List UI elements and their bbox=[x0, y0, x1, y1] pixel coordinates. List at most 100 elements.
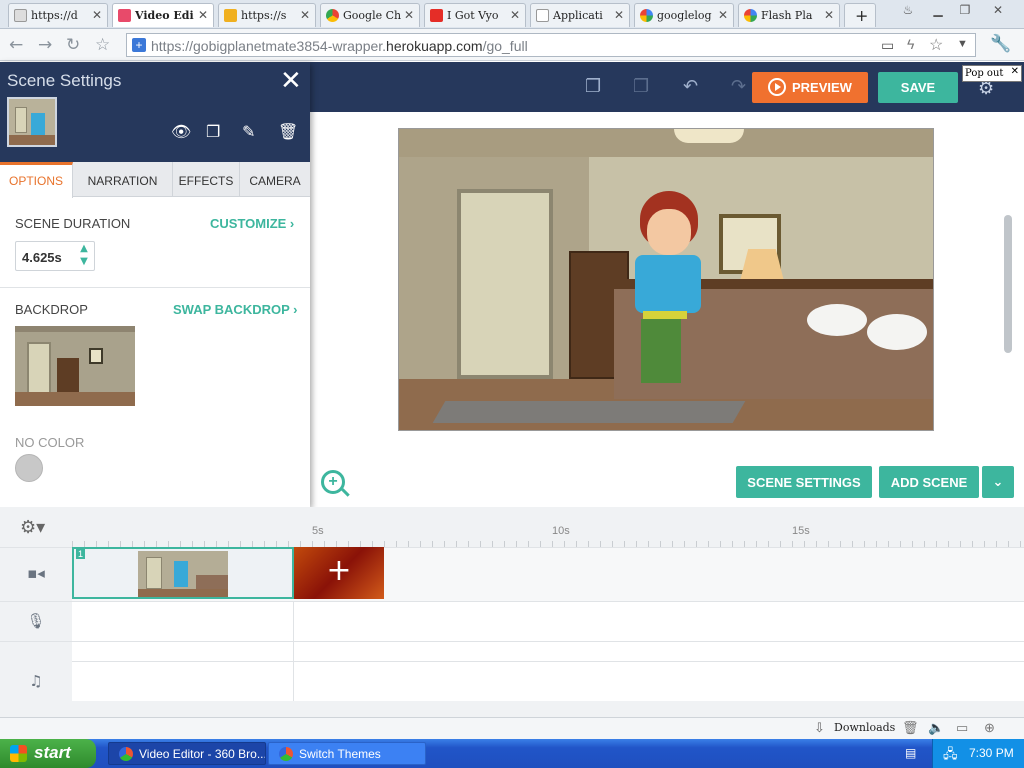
pop-out-tooltip[interactable]: Pop out ✕ bbox=[962, 65, 1022, 82]
skin-icon[interactable]: ♨ bbox=[898, 3, 918, 21]
taskbar-item-switch-themes[interactable]: Switch Themes bbox=[268, 742, 426, 765]
duration-stepper[interactable]: 4.625s ▲ ▼ bbox=[15, 241, 95, 271]
zoom-in-icon[interactable]: + bbox=[321, 470, 345, 494]
taskbar: start Video Editor - 360 Bro... Switch T… bbox=[0, 739, 1024, 768]
bookmark-star-icon[interactable]: ☆ bbox=[929, 35, 943, 55]
paint-brush-icon[interactable]: ✎ bbox=[242, 122, 255, 141]
no-color-label: NO COLOR bbox=[15, 435, 85, 450]
clip-thumbnail bbox=[138, 551, 228, 597]
scene-clip[interactable]: 1 bbox=[72, 547, 294, 599]
speaker-icon[interactable]: 🔈 bbox=[928, 720, 944, 736]
music-track[interactable]: ♫ bbox=[0, 642, 1024, 722]
url-text: https://gobigplanetmate3854-wrapper.hero… bbox=[151, 38, 528, 54]
pillow bbox=[807, 304, 867, 336]
close-tab-icon[interactable]: ✕ bbox=[404, 8, 414, 22]
color-swatch[interactable] bbox=[15, 454, 43, 482]
url-host: https://gobigplanetmate3854-wrapper. bbox=[151, 38, 387, 54]
close-tab-icon[interactable]: ✕ bbox=[824, 8, 834, 22]
timeline-ruler[interactable]: 5s 10s 15s bbox=[72, 515, 1024, 547]
pop-out-close-icon[interactable]: ✕ bbox=[1011, 66, 1019, 77]
browser-tab[interactable]: Flash Pla ✕ bbox=[738, 3, 840, 27]
tab-narration[interactable]: NARRATION bbox=[73, 162, 173, 197]
add-scene-dropdown-button[interactable]: ⌄ bbox=[982, 466, 1014, 498]
customize-link[interactable]: CUSTOMIZE › bbox=[210, 216, 294, 231]
copy-icon[interactable]: ❐ bbox=[585, 76, 601, 97]
window-icon[interactable]: ▭ bbox=[956, 720, 968, 736]
close-tab-icon[interactable]: ✕ bbox=[510, 8, 520, 22]
browser-tab[interactable]: Google Ch ✕ bbox=[320, 3, 420, 27]
close-tab-icon[interactable]: ✕ bbox=[718, 8, 728, 22]
tools-wrench-icon[interactable]: 🔧 bbox=[990, 34, 1011, 54]
paste-icon[interactable]: ❐ bbox=[633, 76, 649, 97]
forward-icon[interactable]: → bbox=[38, 35, 52, 55]
visibility-eye-icon[interactable]: 👁 bbox=[171, 122, 191, 141]
download-icon[interactable]: ⇩ bbox=[814, 720, 825, 736]
scene-duration-label: SCENE DURATION bbox=[15, 216, 131, 231]
favorite-star-icon[interactable]: ☆ bbox=[95, 35, 110, 55]
downloads-label[interactable]: Downloads bbox=[834, 721, 895, 734]
ruler-tick-label: 15s bbox=[792, 525, 810, 537]
new-tab-button[interactable]: + bbox=[844, 3, 876, 27]
browser-tab[interactable]: https://d ✕ bbox=[8, 3, 108, 27]
browser-icon bbox=[279, 747, 293, 761]
keyboard-icon[interactable]: ▤ bbox=[905, 746, 916, 760]
dropdown-icon[interactable]: ▼ bbox=[957, 38, 968, 50]
minimize-icon[interactable]: ▁ bbox=[928, 3, 948, 21]
backdrop-label: BACKDROP bbox=[15, 302, 88, 317]
increment-arrow-icon[interactable]: ▲ bbox=[74, 243, 94, 257]
tab-label: googlelog bbox=[657, 9, 712, 22]
decrement-arrow-icon[interactable]: ▼ bbox=[74, 256, 94, 270]
ceiling bbox=[399, 129, 933, 157]
clock[interactable]: 7:30 PM bbox=[969, 746, 1014, 760]
microphone-icon: 🎙 bbox=[0, 602, 72, 642]
add-scene-button[interactable]: ADD SCENE bbox=[879, 466, 979, 498]
start-button[interactable]: start bbox=[0, 739, 96, 768]
tab-effects[interactable]: EFFECTS bbox=[173, 162, 240, 197]
browser-tab[interactable]: Applicati ✕ bbox=[530, 3, 630, 27]
timeline-settings-gear-icon[interactable]: ⚙▾ bbox=[20, 517, 45, 538]
back-icon[interactable]: ← bbox=[9, 35, 23, 55]
chevron-down-icon: ⌄ bbox=[992, 475, 1004, 490]
narration-track[interactable]: 🎙 bbox=[0, 601, 1024, 642]
save-button[interactable]: SAVE bbox=[878, 72, 958, 103]
close-tab-icon[interactable]: ✕ bbox=[92, 8, 102, 22]
backdrop-thumbnail[interactable] bbox=[15, 326, 135, 406]
lightning-icon[interactable]: ϟ bbox=[907, 36, 914, 52]
tab-options[interactable]: OPTIONS bbox=[0, 162, 73, 198]
duplicate-icon[interactable]: ❐ bbox=[206, 122, 220, 141]
taskbar-item-video-editor[interactable]: Video Editor - 360 Bro... bbox=[108, 742, 266, 765]
address-bar[interactable]: + https://gobigplanetmate3854-wrapper.he… bbox=[126, 33, 976, 57]
trash-icon[interactable]: 🗑 bbox=[902, 720, 919, 736]
redo-icon[interactable]: ↷ bbox=[731, 76, 746, 97]
preview-label: PREVIEW bbox=[792, 80, 852, 95]
pop-out-label: Pop out bbox=[965, 68, 1004, 79]
zoom-icon[interactable]: ⊕ bbox=[984, 720, 995, 736]
network-icon[interactable]: 🖧 bbox=[943, 745, 958, 767]
close-tab-icon[interactable]: ✕ bbox=[300, 8, 310, 22]
add-scene-clip-button[interactable]: + bbox=[294, 547, 384, 599]
trash-icon[interactable]: 🗑 bbox=[278, 122, 298, 141]
screen-capture-icon[interactable]: ▭ bbox=[881, 37, 894, 54]
google-icon bbox=[744, 9, 757, 22]
page-icon bbox=[14, 9, 27, 22]
stage-scrollbar[interactable] bbox=[1004, 215, 1012, 353]
browser-tab[interactable]: https://s ✕ bbox=[218, 3, 316, 27]
browser-tab[interactable]: I Got Vyo ✕ bbox=[424, 3, 526, 27]
window-close-icon[interactable]: ✕ bbox=[988, 3, 1008, 21]
restore-icon[interactable]: ❐ bbox=[955, 3, 975, 21]
undo-icon[interactable]: ↶ bbox=[683, 76, 698, 97]
tab-camera[interactable]: CAMERA bbox=[240, 162, 310, 197]
close-icon[interactable]: ✕ bbox=[280, 66, 302, 96]
swap-backdrop-link[interactable]: SWAP BACKDROP › bbox=[173, 302, 297, 317]
scene-preview[interactable] bbox=[398, 128, 934, 431]
youtube-icon bbox=[430, 9, 443, 22]
browser-tab[interactable]: googlelog ✕ bbox=[634, 3, 734, 27]
close-tab-icon[interactable]: ✕ bbox=[198, 8, 208, 22]
audio-track-row[interactable] bbox=[0, 641, 1024, 661]
browser-tab-active[interactable]: Video Edi ✕ bbox=[112, 3, 214, 27]
chrome-icon bbox=[326, 9, 339, 22]
scene-settings-button[interactable]: SCENE SETTINGS bbox=[736, 466, 872, 498]
preview-button[interactable]: PREVIEW bbox=[752, 72, 868, 103]
close-tab-icon[interactable]: ✕ bbox=[614, 8, 624, 22]
reload-icon[interactable]: ↻ bbox=[66, 35, 80, 55]
